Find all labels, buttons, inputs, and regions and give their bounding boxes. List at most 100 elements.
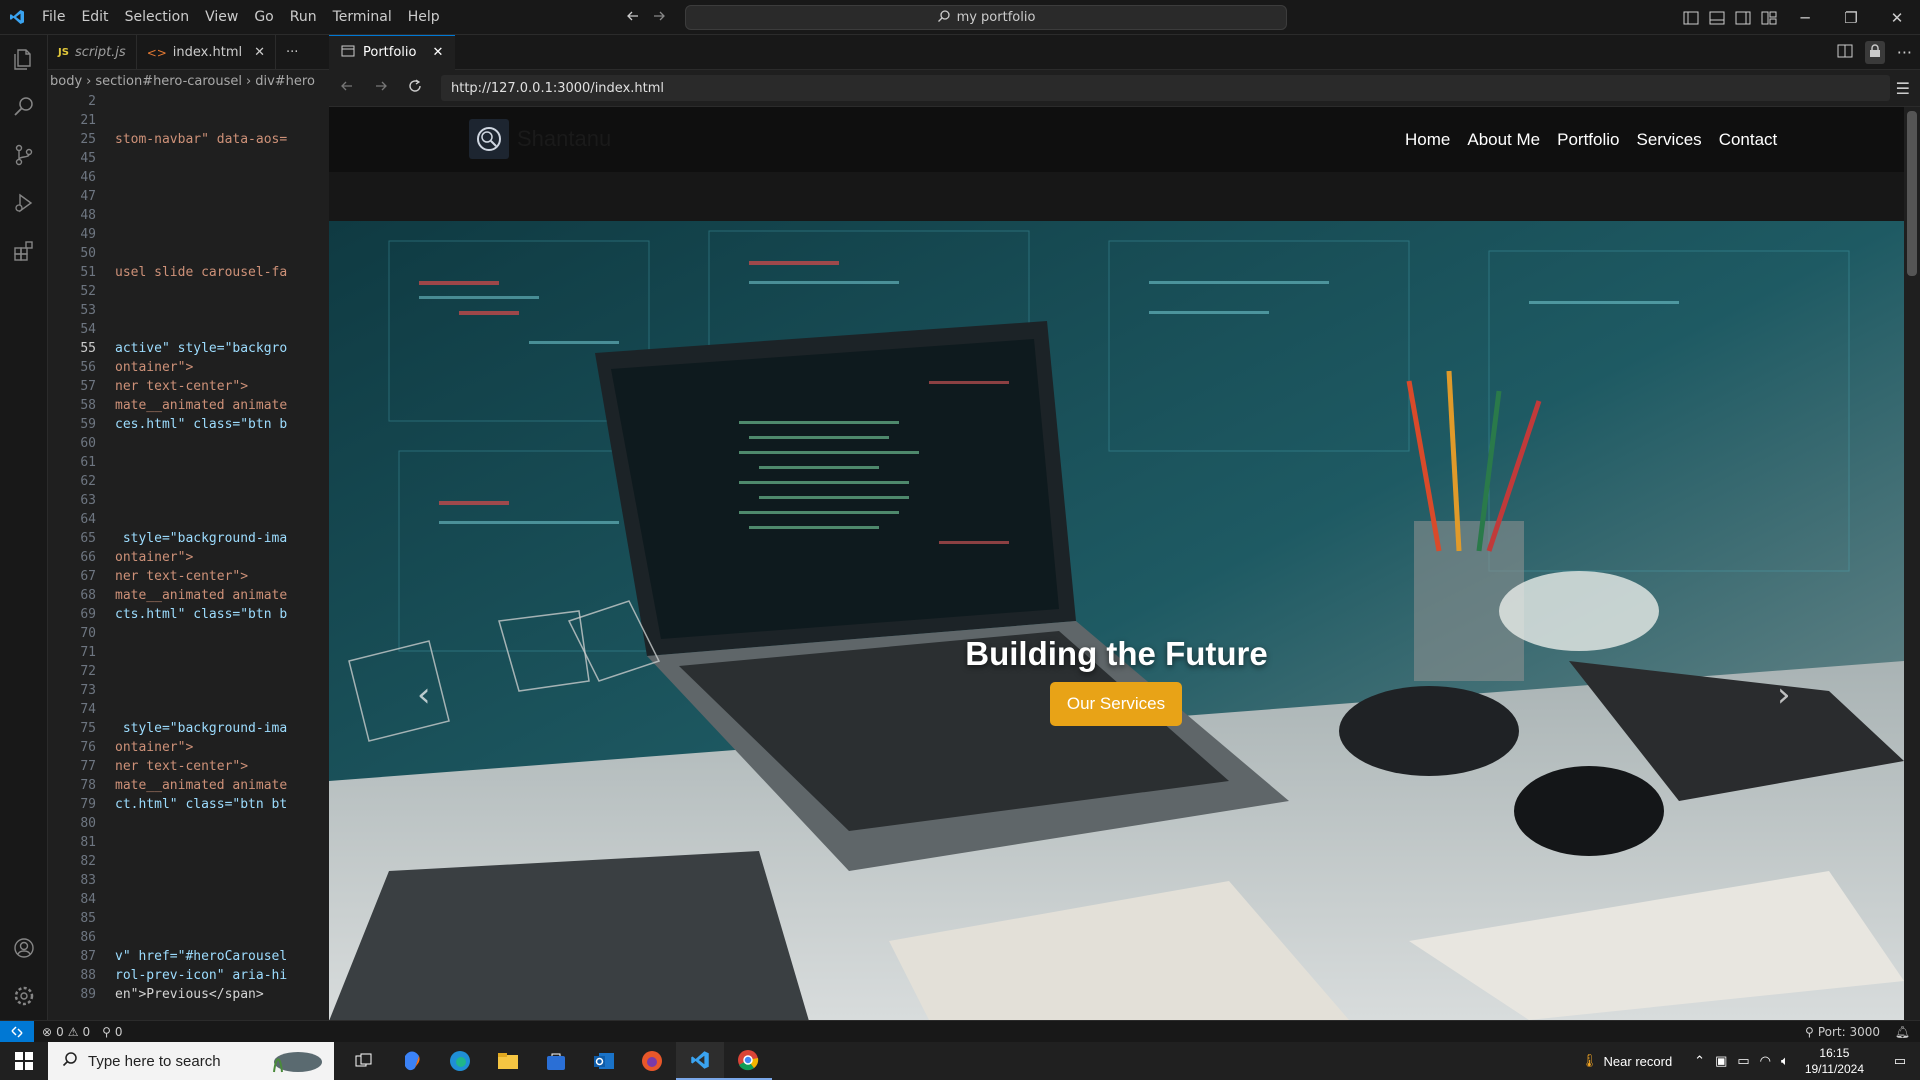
back-arrow-icon[interactable] (339, 78, 355, 98)
code-line[interactable] (115, 282, 295, 301)
code-line[interactable] (115, 909, 295, 928)
code-line[interactable]: ner text-center"> (115, 757, 295, 776)
settings-gear-icon[interactable] (0, 972, 48, 1020)
split-editor-icon[interactable] (1837, 43, 1853, 62)
code-line[interactable] (115, 814, 295, 833)
chevron-up-icon[interactable]: ⌃ (1694, 1053, 1705, 1069)
nav-home[interactable]: Home (1405, 130, 1450, 150)
code-line[interactable] (115, 320, 295, 339)
port-forward-status[interactable]: ⚲ Port: 3000 (1805, 1025, 1880, 1039)
menu-help[interactable]: Help (400, 0, 448, 35)
our-services-button[interactable]: Our Services (1050, 682, 1182, 726)
code-line[interactable] (115, 510, 295, 529)
code-line[interactable]: mate__animated animate (115, 586, 295, 605)
code-line[interactable] (115, 111, 295, 130)
code-line[interactable] (115, 871, 295, 890)
code-line[interactable]: style="background-ima (115, 529, 295, 548)
code-line[interactable]: ner text-center"> (115, 377, 295, 396)
volume-icon[interactable]: 🔈︎ (1781, 1053, 1789, 1069)
menu-selection[interactable]: Selection (117, 0, 198, 35)
tab-script-js[interactable]: JS script.js (48, 35, 137, 70)
menu-icon[interactable]: ☰ (1896, 79, 1910, 98)
code-line[interactable] (115, 453, 295, 472)
carousel-next-icon[interactable]: › (1777, 675, 1791, 715)
menu-go[interactable]: Go (246, 0, 281, 35)
code-line[interactable]: v" href="#heroCarousel (115, 947, 295, 966)
code-line[interactable] (115, 852, 295, 871)
lock-icon[interactable] (1864, 41, 1885, 64)
code-line[interactable] (115, 472, 295, 491)
site-brand[interactable]: Shantanu (469, 119, 611, 159)
toggle-panel-icon[interactable] (1704, 11, 1730, 25)
code-line[interactable] (115, 92, 295, 111)
code-line[interactable]: mate__animated animate (115, 396, 295, 415)
extensions-icon[interactable] (0, 227, 48, 275)
weather-widget[interactable]: 🌡︎ Near record (1581, 1053, 1672, 1069)
account-icon[interactable] (0, 924, 48, 972)
breadcrumb-item[interactable]: section#hero-carousel (95, 74, 242, 89)
back-arrow-icon[interactable] (625, 8, 641, 28)
battery-icon[interactable]: ▭ (1737, 1053, 1749, 1069)
ports-indicator[interactable]: ⚲ 0 (98, 1025, 126, 1039)
wifi-icon[interactable]: ◠ (1760, 1053, 1771, 1069)
code-line[interactable] (115, 662, 295, 681)
code-line[interactable] (115, 928, 295, 947)
nav-about-me[interactable]: About Me (1467, 130, 1540, 150)
code-line[interactable]: rol-prev-icon" aria-hi (115, 966, 295, 985)
nav-contact[interactable]: Contact (1719, 130, 1778, 150)
run-debug-icon[interactable] (0, 179, 48, 227)
code-line[interactable]: stom-navbar" data-aos= (115, 130, 295, 149)
url-input[interactable]: http://127.0.0.1:3000/index.html (441, 75, 1890, 101)
code-line[interactable]: ner text-center"> (115, 567, 295, 586)
code-line[interactable]: ontainer"> (115, 548, 295, 567)
more-actions-icon[interactable]: ··· (276, 35, 308, 70)
code-line[interactable]: ontainer"> (115, 358, 295, 377)
code-line[interactable] (115, 434, 295, 453)
code-line[interactable] (115, 244, 295, 263)
nav-portfolio[interactable]: Portfolio (1557, 130, 1619, 150)
remote-icon[interactable] (0, 1020, 34, 1043)
meet-now-icon[interactable]: ▣ (1715, 1053, 1727, 1069)
chrome-icon[interactable] (724, 1042, 772, 1080)
carousel-prev-icon[interactable]: ‹ (417, 675, 431, 715)
code-line[interactable] (115, 681, 295, 700)
reload-icon[interactable] (407, 78, 423, 98)
toggle-secondary-sidebar-icon[interactable] (1730, 11, 1756, 25)
search-icon[interactable] (0, 83, 48, 131)
code-line[interactable] (115, 225, 295, 244)
scrollbar-thumb[interactable] (1907, 111, 1917, 276)
vscode-taskbar-icon[interactable] (676, 1042, 724, 1080)
more-actions-icon[interactable]: ··· (1897, 43, 1912, 62)
code-line[interactable]: en">Previous</span> (115, 985, 295, 1004)
store-icon[interactable] (532, 1042, 580, 1080)
code-line[interactable] (115, 491, 295, 510)
code-line[interactable] (115, 301, 295, 320)
code-line[interactable]: usel slide carousel-fa (115, 263, 295, 282)
file-explorer-icon[interactable] (484, 1042, 532, 1080)
problems-indicator[interactable]: ⊗ 0 ⚠ 0 (34, 1025, 98, 1039)
forward-arrow-icon[interactable] (651, 8, 667, 28)
firefox-icon[interactable] (628, 1042, 676, 1080)
code-line[interactable]: ct.html" class="btn bt (115, 795, 295, 814)
menu-view[interactable]: View (197, 0, 246, 35)
windows-start-icon[interactable] (0, 1042, 48, 1080)
code-line[interactable]: style="background-ima (115, 719, 295, 738)
code-line[interactable]: cts.html" class="btn b (115, 605, 295, 624)
customize-layout-icon[interactable] (1756, 11, 1782, 25)
restore-icon[interactable]: ❐ (1828, 0, 1874, 35)
taskbar-search[interactable]: Type here to search (48, 1042, 334, 1080)
minimize-icon[interactable]: ─ (1782, 0, 1828, 35)
nav-services[interactable]: Services (1637, 130, 1702, 150)
page-scrollbar[interactable] (1904, 107, 1920, 1020)
tab-index-html[interactable]: <> index.html ✕ (137, 35, 277, 70)
outlook-icon[interactable] (580, 1042, 628, 1080)
breadcrumb-item[interactable]: body (50, 74, 82, 89)
code-line[interactable]: ces.html" class="btn b (115, 415, 295, 434)
menu-terminal[interactable]: Terminal (325, 0, 400, 35)
menu-edit[interactable]: Edit (73, 0, 116, 35)
code-line[interactable]: active" style="backgro (115, 339, 295, 358)
notifications-icon[interactable]: ▭ (1880, 1053, 1920, 1069)
breadcrumb-item[interactable]: div#hero (255, 74, 315, 89)
edge-browser-icon[interactable] (436, 1042, 484, 1080)
command-center-search[interactable]: my portfolio (685, 5, 1287, 30)
